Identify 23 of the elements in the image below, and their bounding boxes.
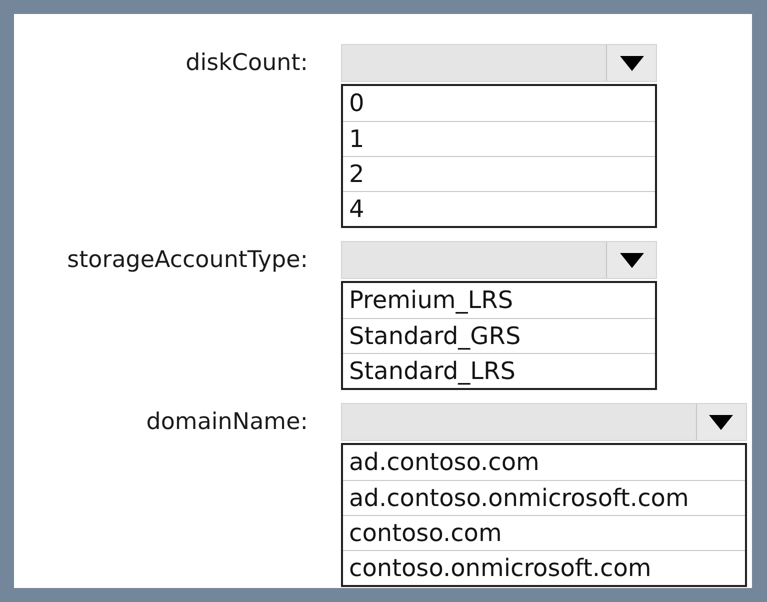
dropdown-button[interactable] [606, 242, 656, 278]
dropdown-option[interactable]: ad.contoso.onmicrosoft.com [343, 480, 745, 515]
dropdown-option[interactable]: contoso.onmicrosoft.com [343, 550, 745, 585]
dropdown-option[interactable]: Premium_LRS [343, 283, 655, 318]
dropdown-option[interactable]: 0 [343, 86, 655, 121]
dropdown-option[interactable]: 1 [343, 121, 655, 156]
dropdown-field[interactable] [341, 241, 657, 279]
caret-icon [620, 252, 644, 268]
dropdown-option[interactable]: ad.contoso.com [343, 445, 745, 480]
dropdown-option[interactable]: 4 [343, 191, 655, 226]
dropdown-option[interactable]: contoso.com [343, 515, 745, 550]
caret-icon [620, 56, 644, 70]
field-label: storageAccountType: [66, 246, 308, 275]
caret-icon [709, 414, 734, 430]
field-label: diskCount: [184, 49, 308, 78]
dropdown-field[interactable] [341, 403, 747, 441]
dropdown-button[interactable] [696, 404, 746, 440]
dropdown-option[interactable]: 2 [343, 156, 655, 191]
dropdown-field[interactable] [341, 44, 657, 82]
dropdown-option[interactable]: Standard_LRS [343, 353, 655, 388]
field-label: domainName: [145, 408, 308, 437]
dropdown-option[interactable]: Standard_GRS [343, 318, 655, 353]
dropdown-button[interactable] [606, 45, 656, 81]
